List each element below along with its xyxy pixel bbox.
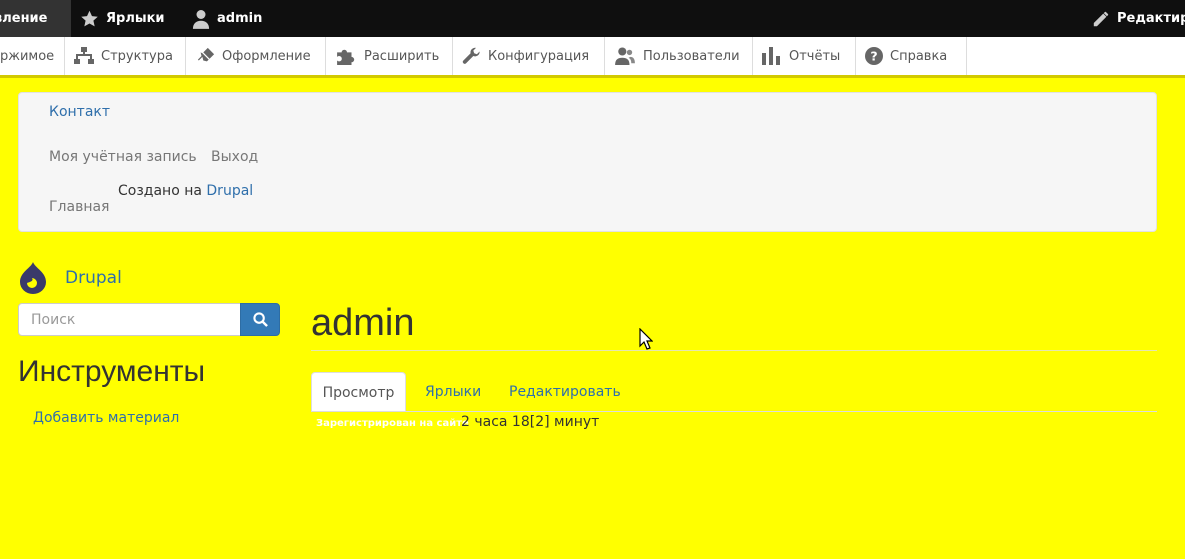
puzzle-icon [337,49,355,65]
tray-item-label: Структура [101,48,173,64]
mouse-cursor-icon [639,328,653,350]
tabs-divider [311,411,1157,412]
tray-item-label: Пользователи [643,48,740,64]
add-content-link[interactable]: Добавить материал [33,410,179,426]
manage-tab[interactable]: вление [0,0,71,37]
tray-item-content[interactable]: ржимое [0,37,65,75]
brush-icon [197,47,215,62]
shortcuts-label: Ярлыки [106,11,165,26]
home-link[interactable]: Главная [49,199,109,215]
user-tab[interactable]: admin [192,0,262,37]
user-label: admin [217,11,263,26]
member-for-label: Зарегистрирован на сайте [316,418,469,429]
site-name-link[interactable]: Drupal [65,268,122,288]
wrench-icon [462,47,480,64]
drupal-link[interactable]: Drupal [206,183,253,199]
tray-item-label: Справка [890,48,948,64]
sitemap-icon [74,47,94,64]
tray-item-appearance[interactable]: Оформление [186,37,326,75]
drupal-logo-icon[interactable] [18,262,48,294]
search-button[interactable] [240,303,280,336]
edit-tab[interactable]: Редактир [1092,0,1185,37]
header-region: Контакт Моя учётная запись Выход Главная… [18,92,1157,232]
search-input[interactable] [18,303,241,336]
search-icon [252,312,268,327]
users-icon [615,47,635,65]
title-divider [311,350,1157,351]
logout-link[interactable]: Выход [211,149,258,165]
tab-edit[interactable]: Редактировать [509,372,621,412]
svg-text:?: ? [870,49,877,64]
tray-item-label: Отчёты [789,48,841,64]
admin-menu-tray: ржимое Структура Оформление Расширить Ко… [0,37,1185,78]
tray-item-label: Оформление [222,48,311,64]
my-account-link[interactable]: Моя учётная запись [49,149,197,165]
powered-by: Создано на Drupal [118,183,253,199]
star-icon [81,10,98,26]
tray-item-structure[interactable]: Структура [65,37,186,75]
tab-shortcuts[interactable]: Ярлыки [425,372,481,412]
tools-heading: Инструменты [18,355,206,388]
page-title: admin [311,302,415,344]
user-icon [192,9,210,29]
member-for-value: 2 часа 18[2] минут [461,414,600,430]
contact-link[interactable]: Контакт [49,104,110,120]
tray-item-label: Расширить [364,48,440,64]
bar-chart-icon [762,47,780,65]
help-icon: ? [865,47,883,65]
tray-item-label: Конфигурация [488,48,590,64]
tray-item-extend[interactable]: Расширить [326,37,453,75]
tray-item-label: ржимое [0,48,55,64]
tray-item-people[interactable]: Пользователи [605,37,753,75]
tab-view[interactable]: Просмотр [311,372,406,412]
admin-toolbar: вление Ярлыки admin Редактир [0,0,1185,37]
shortcuts-tab[interactable]: Ярлыки [80,0,165,37]
manage-label: вление [0,11,48,26]
tray-item-config[interactable]: Конфигурация [453,37,605,75]
edit-label: Редактир [1117,11,1185,26]
tray-item-reports[interactable]: Отчёты [753,37,856,75]
pencil-icon [1093,11,1109,26]
powered-by-text: Создано на [118,183,202,199]
tray-item-help[interactable]: ? Справка [856,37,967,75]
